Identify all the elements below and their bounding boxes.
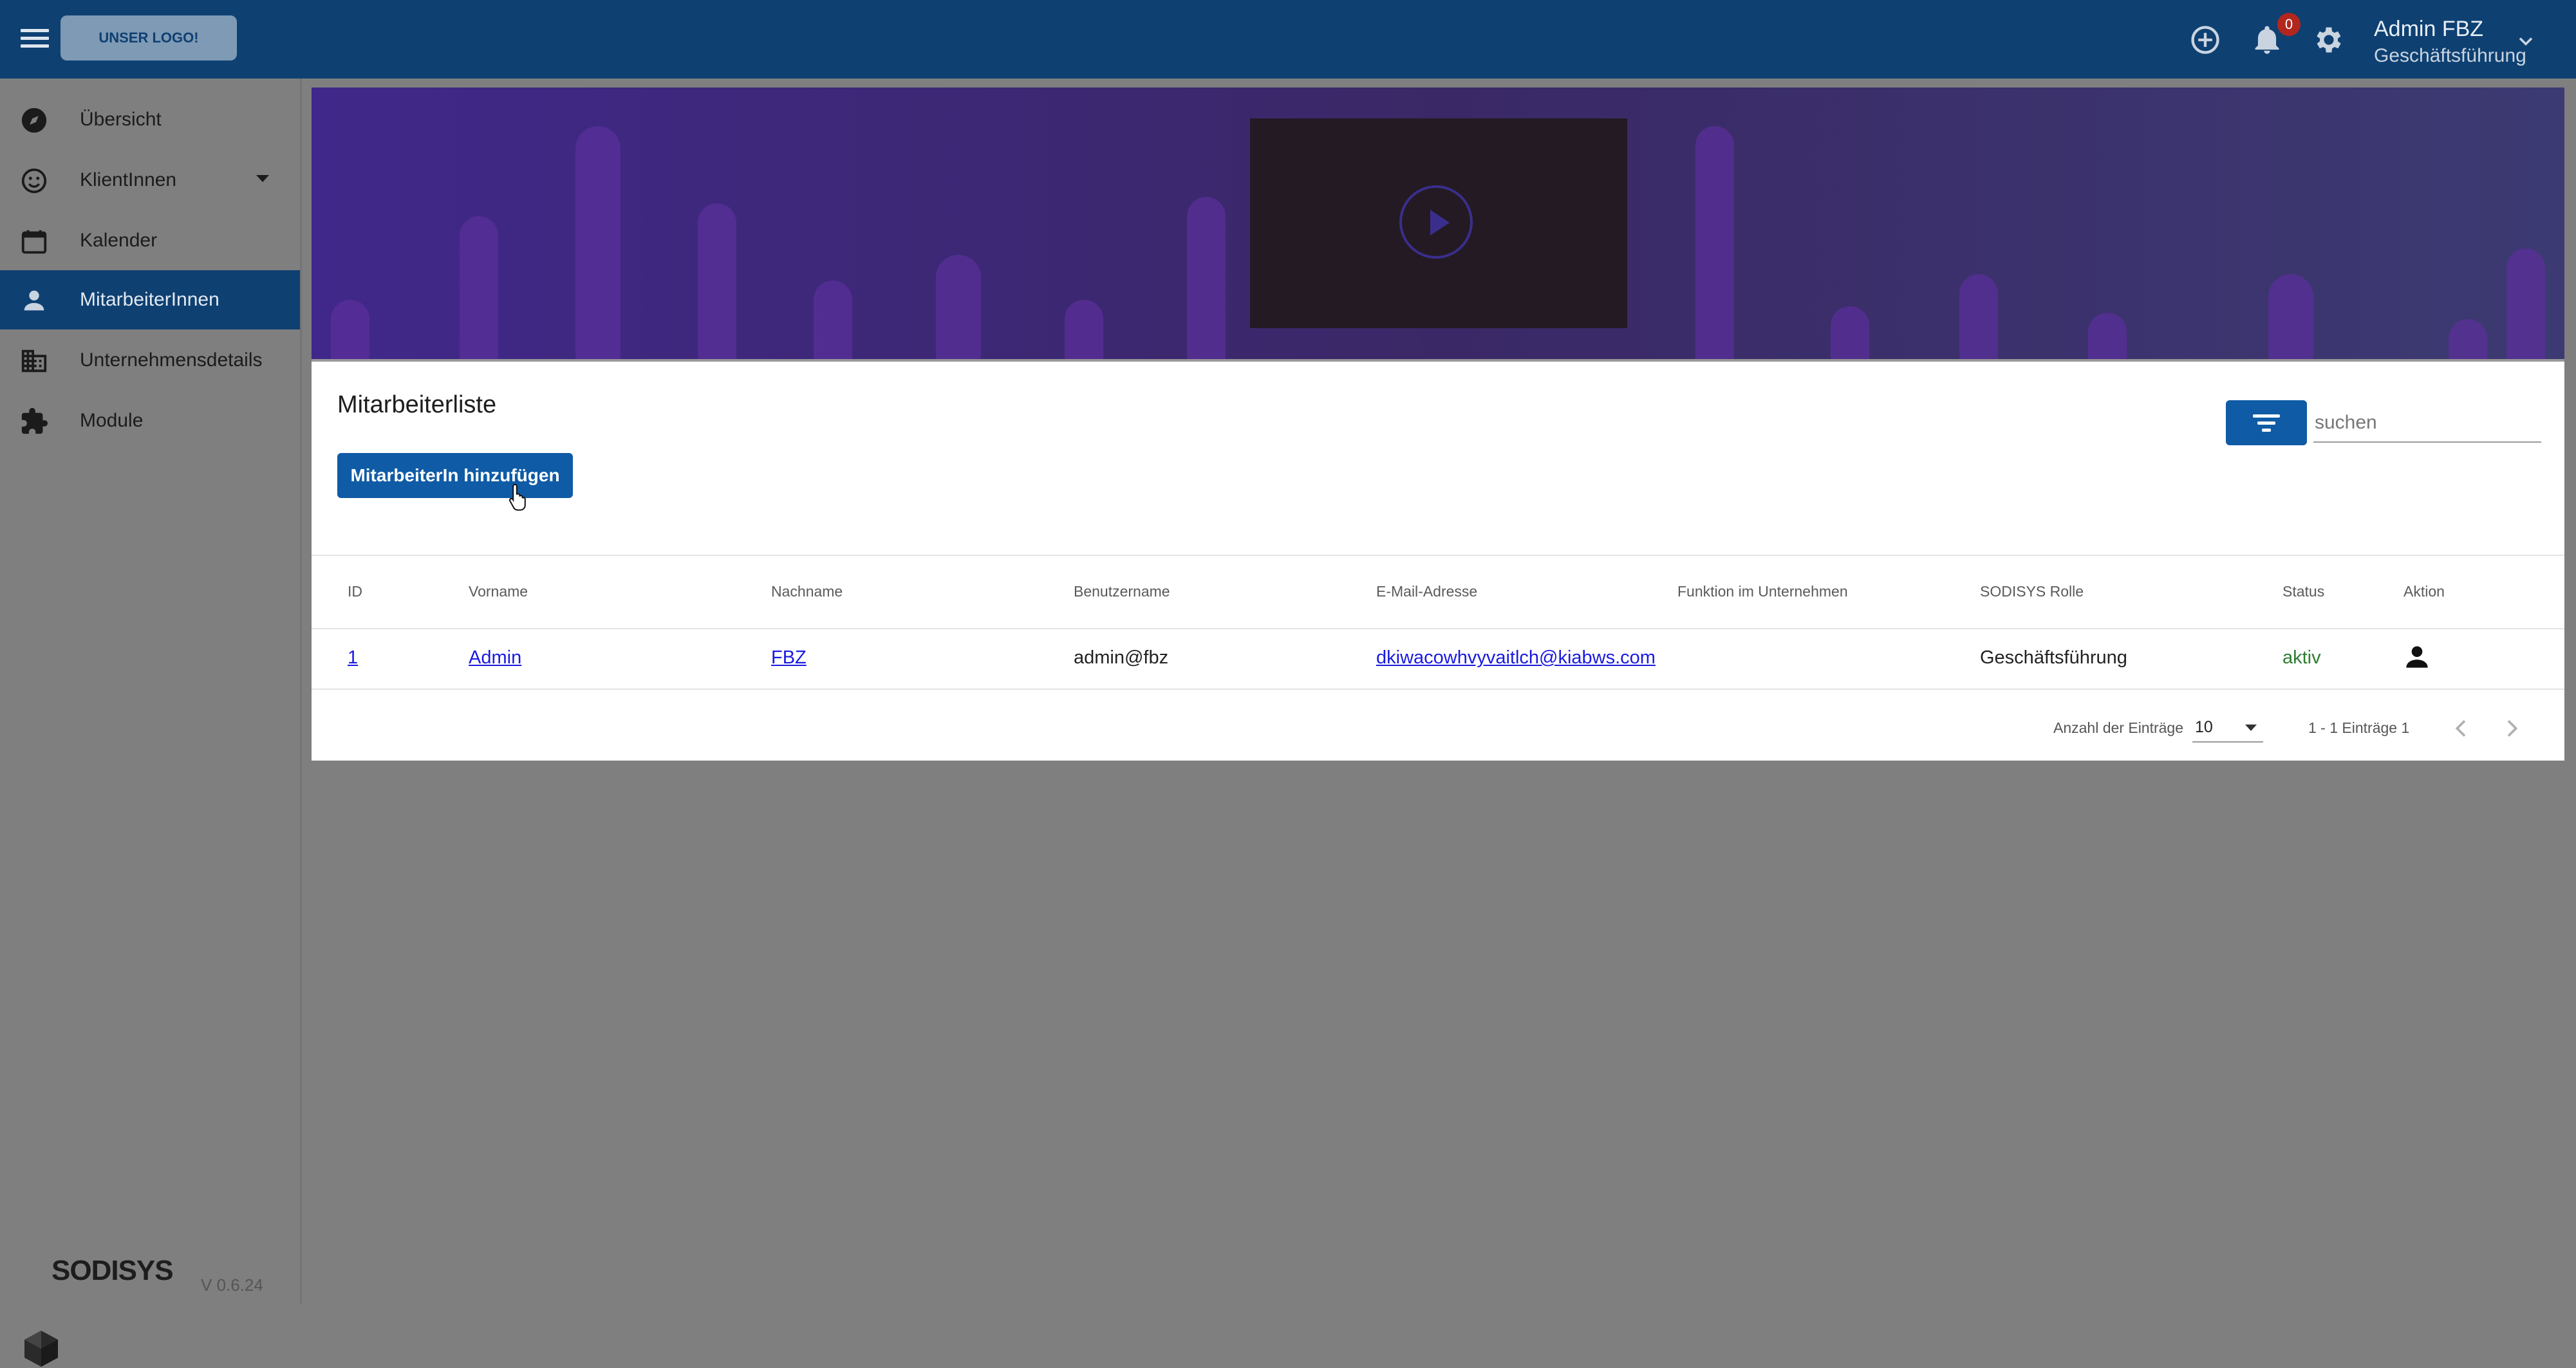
column-header-id[interactable]: ID — [348, 583, 362, 600]
column-header-nachname[interactable]: Nachname — [771, 583, 843, 600]
sidebar-item-label: Unternehmensdetails — [80, 349, 263, 371]
column-header-benutzername[interactable]: Benutzername — [1074, 583, 1170, 600]
app-version: V 0.6.24 — [201, 1275, 263, 1295]
column-header-vorname[interactable]: Vorname — [469, 583, 528, 600]
pagination-range: 1 - 1 Einträge 1 — [2308, 719, 2410, 736]
page-size-label: Anzahl der Einträge — [2053, 719, 2184, 736]
cell-rolle: Geschäftsführung — [1980, 647, 2127, 668]
user-name[interactable]: Admin FBZ — [2374, 17, 2483, 42]
column-header-aktion: Aktion — [2403, 583, 2445, 600]
chevron-down-icon — [2245, 725, 2257, 731]
hamburger-menu-icon[interactable] — [18, 24, 51, 54]
notification-count-badge: 0 — [2277, 13, 2301, 36]
table-pagination: Anzahl der Einträge 10 1 - 1 Einträge 1 — [312, 690, 2564, 761]
top-app-bar: UNSER LOGO! 0 Admin FBZ Geschäftsführung — [0, 0, 2576, 79]
brand-name: SODISYS — [51, 1255, 174, 1286]
cell-id-link[interactable]: 1 — [348, 647, 358, 669]
smiley-icon — [19, 166, 49, 196]
sidebar-item-uebersicht[interactable]: Übersicht — [0, 90, 300, 149]
puzzle-icon — [19, 407, 49, 436]
sidebar-item-kalender[interactable]: Kalender — [0, 211, 300, 270]
sidebar-item-unternehmensdetails[interactable]: Unternehmensdetails — [0, 331, 300, 390]
column-header-funktion[interactable]: Funktion im Unternehmen — [1677, 583, 1848, 600]
cell-vorname-link[interactable]: Admin — [469, 647, 521, 669]
calendar-icon — [19, 226, 49, 256]
sodisys-logo-icon — [24, 1331, 58, 1367]
play-icon[interactable] — [1399, 185, 1473, 259]
filter-button[interactable] — [2226, 400, 2307, 445]
sidebar-item-label: KlientInnen — [80, 169, 177, 190]
cell-status: aktiv — [2282, 647, 2321, 668]
employee-list-card: Mitarbeiterliste MitarbeiterIn hinzufüge… — [312, 362, 2564, 761]
column-header-email[interactable]: E-Mail-Adresse — [1376, 583, 1477, 600]
cell-benutzername: admin@fbz — [1074, 647, 1169, 668]
sidebar-item-label: MitarbeiterInnen — [80, 289, 219, 310]
page-size-select[interactable]: 10 — [2192, 713, 2263, 743]
sidebar-item-klientinnen[interactable]: KlientInnen — [0, 151, 300, 210]
chevron-down-icon[interactable] — [256, 175, 269, 182]
person-action-icon[interactable] — [2401, 641, 2433, 673]
sidebar-item-label: Kalender — [80, 230, 158, 251]
company-logo-button[interactable]: UNSER LOGO! — [61, 15, 237, 60]
mouse-pointer-hand-icon — [509, 483, 526, 511]
intro-video-player[interactable] — [1250, 118, 1627, 328]
user-role[interactable]: Geschäftsführung — [2374, 45, 2526, 67]
page-size-value: 10 — [2195, 718, 2213, 736]
column-header-status[interactable]: Status — [2282, 583, 2324, 600]
sidebar-item-module[interactable]: Module — [0, 391, 300, 450]
user-menu-chevron-down-icon[interactable] — [2514, 30, 2537, 53]
settings-gear-icon[interactable] — [2312, 23, 2346, 57]
sidebar-item-label: Übersicht — [80, 109, 162, 130]
compass-icon — [19, 106, 49, 135]
next-page-icon[interactable] — [2499, 716, 2525, 741]
column-header-rolle[interactable]: SODISYS Rolle — [1980, 583, 2084, 600]
cell-nachname-link[interactable]: FBZ — [771, 647, 807, 669]
sidebar-item-label: Module — [80, 410, 144, 431]
building-icon — [19, 346, 49, 376]
add-circle-icon[interactable] — [2189, 23, 2222, 57]
person-icon — [19, 286, 49, 315]
hero-banner — [312, 88, 2564, 362]
add-employee-button[interactable]: MitarbeiterIn hinzufügen — [337, 453, 573, 498]
table-header-row: ID Vorname Nachname Benutzername E-Mail-… — [312, 555, 2564, 629]
previous-page-icon[interactable] — [2449, 716, 2474, 741]
cell-email-link[interactable]: dkiwacowhvyvaitlch@kiabws.com — [1376, 647, 1656, 669]
page-title: Mitarbeiterliste — [337, 391, 497, 418]
table-row: 1 Admin FBZ admin@fbz dkiwacowhvyvaitlch… — [312, 628, 2564, 690]
search-input[interactable] — [2313, 404, 2541, 443]
sidebar-nav: Übersicht KlientInnen Kalender Mitarbeit… — [0, 79, 302, 1367]
sidebar-item-mitarbeiterinnen[interactable]: MitarbeiterInnen — [0, 270, 300, 329]
